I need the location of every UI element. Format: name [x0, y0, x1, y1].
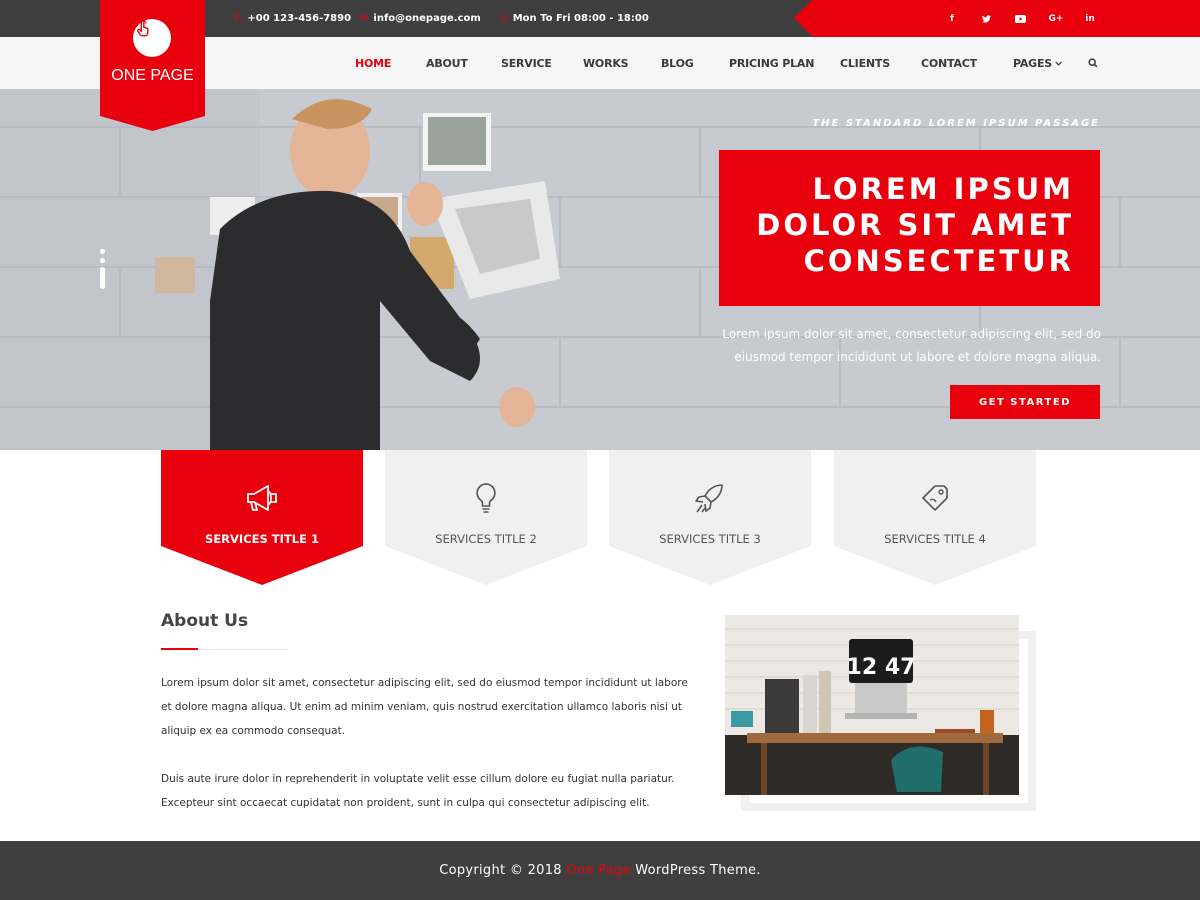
get-started-button[interactable]: GET STARTED — [950, 385, 1100, 419]
service-card-bg — [609, 450, 811, 585]
logo-text: ONE PAGE — [111, 67, 194, 84]
chevron-down-icon — [1055, 61, 1062, 66]
hours-contact: ◷ Mon To Fri 08:00 - 18:00 — [499, 0, 649, 37]
phone-icon: ✆ — [234, 13, 243, 24]
facebook-icon[interactable]: f — [942, 0, 962, 37]
about-paragraph-2: Duis aute irure dolor in reprehenderit i… — [161, 773, 675, 809]
search-icon — [1088, 58, 1098, 68]
slider-pagination[interactable] — [99, 249, 107, 291]
service-card-bg — [161, 450, 363, 585]
lightbulb-icon — [476, 483, 496, 513]
email-contact[interactable]: ✉ info@onepage.com — [360, 0, 481, 37]
tag-icon — [922, 485, 948, 511]
service-title: SERVICES TITLE 3 — [659, 532, 761, 546]
clock-display: 12 47 — [847, 655, 916, 680]
phone-contact[interactable]: ✆ +00 123-456-7890 — [234, 0, 351, 37]
service-title: SERVICES TITLE 2 — [435, 532, 537, 546]
slider-dot-active[interactable] — [100, 267, 105, 289]
slider-dot[interactable] — [100, 258, 105, 263]
hero-title-line: LOREM IPSUM — [812, 172, 1074, 206]
hours-text: Mon To Fri 08:00 - 18:00 — [512, 13, 649, 24]
hand-pointer-icon — [133, 19, 171, 57]
service-card-4[interactable]: SERVICES TITLE 4 — [834, 450, 1036, 585]
footer-suffix: WordPress Theme. — [635, 863, 761, 878]
about-paragraph-1: Lorem ipsum dolor sit amet, consectetur … — [161, 677, 688, 737]
nav-works[interactable]: WORKS — [583, 37, 629, 89]
footer: Copyright © 2018 One Page WordPress Them… — [0, 841, 1200, 900]
hero-title-line: CONSECTETUR — [803, 244, 1074, 278]
service-card-bg — [834, 450, 1036, 585]
clock-icon: ◷ — [499, 13, 508, 24]
heading-underline — [161, 648, 198, 650]
email-text: info@onepage.com — [373, 13, 481, 24]
service-card-1[interactable]: SERVICES TITLE 1 — [161, 450, 363, 585]
search-button[interactable] — [1088, 37, 1098, 89]
nav-pricing-plan[interactable]: PRICING PLAN — [729, 37, 814, 89]
footer-brand-link[interactable]: One Page — [566, 863, 630, 878]
youtube-icon[interactable] — [1010, 0, 1030, 37]
hero-subtitle: THE STANDARD LOREM IPSUM PASSAGE — [812, 118, 1100, 129]
nav-pages[interactable]: PAGES — [1013, 37, 1062, 89]
about-heading: About Us — [161, 611, 249, 631]
hero-description: Lorem ipsum dolor sit amet, consectetur … — [722, 327, 1101, 364]
about-image: 12 47 — [725, 615, 1019, 795]
nav-home[interactable]: HOME — [355, 37, 391, 89]
nav-contact[interactable]: CONTACT — [921, 37, 977, 89]
service-card-bg — [385, 450, 587, 585]
rocket-icon — [695, 484, 723, 513]
nav-clients[interactable]: CLIENTS — [840, 37, 890, 89]
nav-pages-label: PAGES — [1013, 56, 1053, 70]
service-title: SERVICES TITLE 4 — [884, 532, 986, 546]
slider-dot[interactable] — [100, 249, 105, 254]
twitter-icon[interactable] — [976, 0, 996, 37]
service-card-3[interactable]: SERVICES TITLE 3 — [609, 450, 811, 585]
phone-text: +00 123-456-7890 — [247, 13, 352, 24]
hero-title-box: LOREM IPSUM DOLOR SIT AMET CONSECTETUR — [719, 150, 1100, 306]
heading-divider — [198, 649, 288, 650]
megaphone-icon — [247, 485, 277, 511]
nav-service[interactable]: SERVICE — [501, 37, 552, 89]
site-logo[interactable]: ONE PAGE — [100, 0, 205, 131]
linkedin-icon[interactable]: in — [1080, 0, 1100, 37]
hero-section: THE STANDARD LOREM IPSUM PASSAGE LOREM I… — [0, 89, 1200, 450]
service-card-2[interactable]: SERVICES TITLE 2 — [385, 450, 587, 585]
hero-title-line: DOLOR SIT AMET — [756, 208, 1074, 242]
nav-blog[interactable]: BLOG — [661, 37, 694, 89]
nav-about[interactable]: ABOUT — [426, 37, 468, 89]
copyright-text: Copyright © 2018 — [439, 863, 562, 878]
envelope-icon: ✉ — [360, 13, 369, 24]
service-title: SERVICES TITLE 1 — [205, 532, 319, 546]
google-plus-icon[interactable]: G+ — [1046, 0, 1066, 37]
social-links: f G+ in — [794, 0, 1200, 37]
